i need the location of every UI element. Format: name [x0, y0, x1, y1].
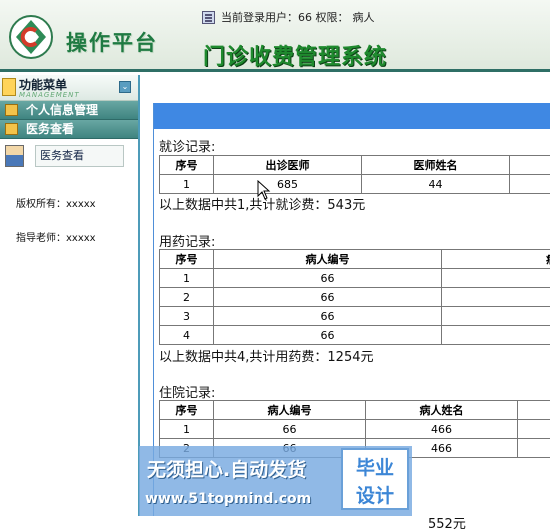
watermark-text-block: 无须担心.自动发货 www.51topmind.com [139, 446, 339, 516]
column-header: 病人编号 [214, 250, 442, 269]
user-icon [5, 145, 24, 167]
table-row: 1 66 4 [160, 269, 550, 288]
column-header [518, 401, 550, 420]
watermark-url: www.51topmind.com [145, 491, 311, 507]
table-cell: 44 [362, 175, 510, 194]
table-cell: 66 [214, 269, 442, 288]
system-title: 门诊收费管理系统 [203, 39, 387, 71]
table-cell: 4 [442, 307, 550, 326]
brand-title: 操作平台 [66, 27, 158, 57]
sidebar: 功能菜单 MANAGEMENT ⌄ 个人信息管理 医务查看 医务查看 版权所有：… [0, 75, 140, 516]
table-cell [510, 175, 550, 194]
table-header-row: 序号 病人编号 病 [160, 250, 550, 269]
table-cell: 1 [160, 175, 214, 194]
folder-icon [5, 104, 18, 116]
visits-table: 序号 出诊医师 医师姓名 1 685 44 [159, 155, 550, 194]
watermark-slogan: 无须担心.自动发货 [147, 455, 306, 482]
table-cell [518, 439, 550, 458]
visits-summary: 以上数据中共1,共计就诊费：543元 [159, 194, 365, 213]
login-role: 病人 [353, 9, 375, 25]
watermark-banner: 无须担心.自动发货 www.51topmind.com 毕业 设计 [139, 446, 412, 516]
column-header: 序号 [160, 401, 214, 420]
column-header: 病 [442, 250, 550, 269]
sidebar-section-label: 个人信息管理 [26, 103, 98, 117]
table-cell: 4 [442, 269, 550, 288]
table-header-row: 序号 病人编号 病人姓名 [160, 401, 550, 420]
table-cell: 66 [214, 307, 442, 326]
table-cell [518, 420, 550, 439]
table-cell: 2 [160, 288, 214, 307]
table-row: 1 66 466 [160, 420, 550, 439]
column-header: 病人姓名 [366, 401, 518, 420]
user-list-icon [202, 11, 215, 24]
copyright-text: 版权所有：xxxxx [16, 195, 96, 210]
watermark-badge-line1: 毕业 [343, 453, 407, 480]
column-header: 序号 [160, 156, 214, 175]
table-cell: 4 [442, 326, 550, 345]
table-cell: 66 [214, 326, 442, 345]
sidebar-section-label: 医务查看 [26, 122, 74, 136]
sidebar-item-medical-view: 医务查看 [0, 143, 138, 173]
table-cell: 4 [160, 326, 214, 345]
medication-title: 用药记录: [159, 231, 215, 250]
table-row: 1 685 44 [160, 175, 550, 194]
app-header: 操作平台 当前登录用户：66 权限： 病人 门诊收费管理系统 [0, 0, 550, 72]
menu-icon [2, 78, 16, 96]
collapse-menu-button[interactable]: ⌄ [119, 81, 131, 93]
table-cell: 1 [160, 420, 214, 439]
table-cell: 66 [214, 288, 442, 307]
table-cell: 3 [160, 307, 214, 326]
column-header: 医师姓名 [362, 156, 510, 175]
login-user-label: 当前登录用户：66 权限： [221, 9, 349, 25]
table-row: 4 66 4 [160, 326, 550, 345]
sidebar-section-personal-info[interactable]: 个人信息管理 [0, 101, 138, 120]
hospital-title: 住院记录: [159, 382, 215, 401]
table-row: 2 66 4 [160, 288, 550, 307]
login-status-bar: 当前登录用户：66 权限： 病人 [202, 6, 379, 28]
table-cell: 1 [160, 269, 214, 288]
table-row: 3 66 4 [160, 307, 550, 326]
table-header-row: 序号 出诊医师 医师姓名 [160, 156, 550, 175]
menu-subtitle: MANAGEMENT [19, 91, 80, 99]
sidebar-section-medical[interactable]: 医务查看 [0, 120, 138, 139]
watermark-badge-line2: 设计 [343, 481, 407, 508]
watermark-badge: 毕业 设计 [341, 448, 409, 510]
sidebar-link-medical-view[interactable]: 医务查看 [35, 145, 124, 167]
logo-icon [8, 14, 54, 60]
column-header: 序号 [160, 250, 214, 269]
menu-header: 功能菜单 MANAGEMENT ⌄ [0, 75, 138, 101]
medication-summary: 以上数据中共4,共计用药费：1254元 [159, 346, 374, 365]
table-cell: 466 [366, 420, 518, 439]
column-header: 病人编号 [214, 401, 366, 420]
chevron-down-icon: ⌄ [122, 82, 129, 91]
column-header: 出诊医师 [214, 156, 362, 175]
folder-icon [5, 123, 18, 135]
content-title-bar [154, 103, 550, 129]
column-header [510, 156, 550, 175]
visits-title: 就诊记录: [159, 136, 215, 155]
table-cell: 685 [214, 175, 362, 194]
medication-table: 序号 病人编号 病 1 66 4 2 66 4 3 66 [159, 249, 550, 345]
table-cell: 4 [442, 288, 550, 307]
advisor-text: 指导老师：xxxxx [16, 229, 96, 244]
table-cell: 66 [214, 420, 366, 439]
